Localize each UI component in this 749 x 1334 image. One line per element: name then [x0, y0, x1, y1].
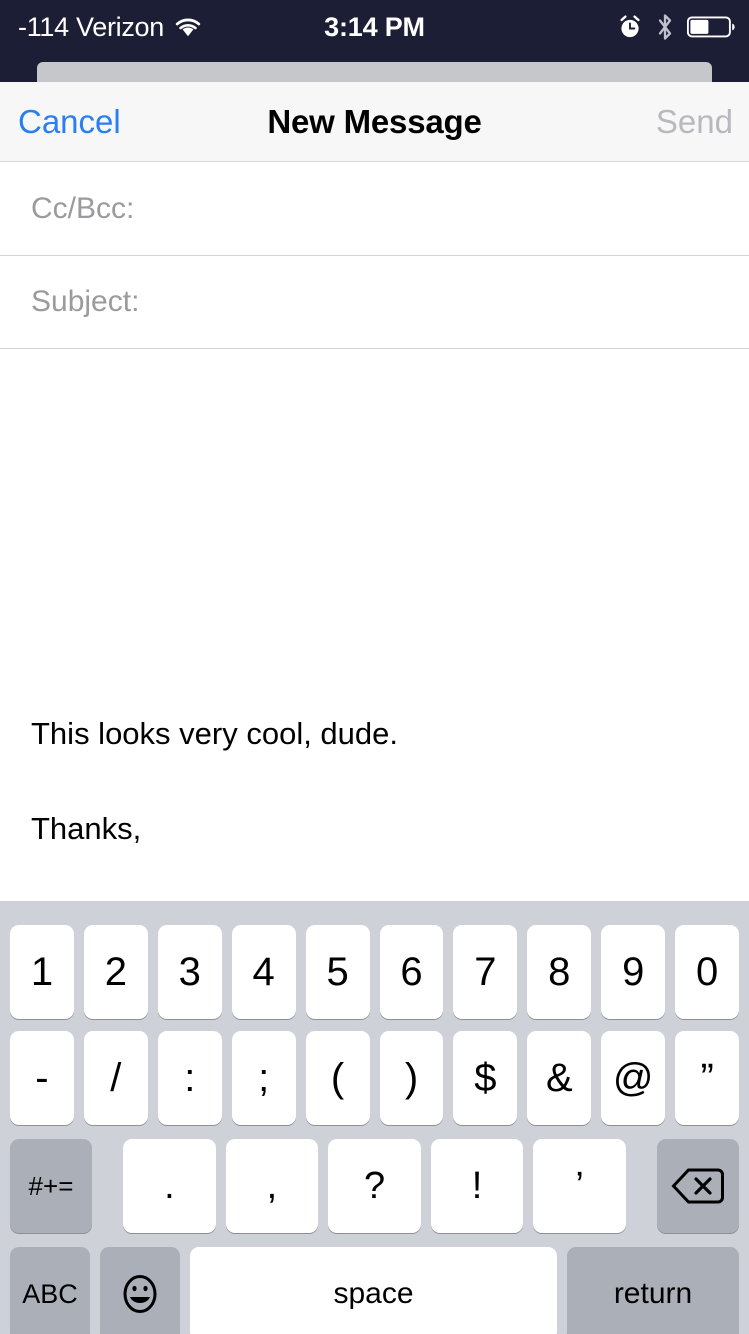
key-space[interactable]: space — [190, 1247, 557, 1334]
keyboard-row-symbols: - / : ; ( ) $ & @ ” — [0, 1031, 749, 1125]
key-dollar[interactable]: $ — [453, 1031, 518, 1125]
key-comma[interactable]: , — [225, 1139, 319, 1233]
key-return[interactable]: return — [567, 1247, 739, 1334]
key-symbols-shift[interactable]: #+= — [10, 1139, 92, 1233]
key-close-paren[interactable]: ) — [379, 1031, 444, 1125]
body-text-line-1: This looks very cool, dude. — [31, 716, 399, 751]
keyboard-row-punctuation: #+= . , ? ! ’ — [0, 1139, 749, 1233]
key-hyphen[interactable]: - — [10, 1031, 74, 1125]
alarm-clock-icon — [617, 14, 643, 40]
key-5[interactable]: 5 — [305, 925, 370, 1019]
page-title: New Message — [267, 102, 482, 140]
cc-bcc-label: Cc/Bcc: — [31, 192, 135, 225]
keyboard-row-bottom: ABC space return — [0, 1247, 749, 1334]
keyboard-row-numbers: 1 2 3 4 5 6 7 8 9 0 — [0, 925, 749, 1019]
backspace-delete-icon[interactable] — [657, 1139, 740, 1233]
key-open-paren[interactable]: ( — [305, 1031, 370, 1125]
key-1[interactable]: 1 — [10, 925, 74, 1019]
key-3[interactable]: 3 — [157, 925, 222, 1019]
iphone-screen: -114 Verizon 3:14 PM Cancel New Message … — [0, 0, 749, 1334]
key-6[interactable]: 6 — [379, 925, 444, 1019]
sheet-top-edge — [37, 62, 712, 82]
status-bar-right — [617, 7, 737, 47]
subject-label: Subject: — [31, 285, 140, 318]
key-slash[interactable]: / — [83, 1031, 148, 1125]
key-2[interactable]: 2 — [83, 925, 148, 1019]
battery-icon — [687, 15, 737, 39]
row-spacer — [631, 1139, 652, 1233]
key-quote[interactable]: ” — [675, 1031, 740, 1125]
key-apostrophe[interactable]: ’ — [533, 1139, 626, 1233]
key-exclamation[interactable]: ! — [430, 1139, 524, 1233]
send-button[interactable]: Send — [656, 82, 733, 161]
key-9[interactable]: 9 — [601, 925, 666, 1019]
row-spacer — [97, 1139, 118, 1233]
key-abc-switch[interactable]: ABC — [10, 1247, 90, 1334]
cc-bcc-field[interactable]: Cc/Bcc: — [0, 163, 749, 256]
key-7[interactable]: 7 — [453, 925, 518, 1019]
status-bar: -114 Verizon 3:14 PM — [0, 0, 749, 82]
key-question[interactable]: ? — [328, 1139, 421, 1233]
key-ampersand[interactable]: & — [527, 1031, 592, 1125]
key-0[interactable]: 0 — [675, 925, 740, 1019]
key-4[interactable]: 4 — [231, 925, 296, 1019]
key-period[interactable]: . — [123, 1139, 216, 1233]
emoji-smiley-icon[interactable] — [100, 1247, 180, 1334]
bluetooth-icon — [656, 13, 674, 41]
key-at[interactable]: @ — [601, 1031, 666, 1125]
onscreen-keyboard: 1 2 3 4 5 6 7 8 9 0 - / : ; ( ) $ & @ ” … — [0, 901, 749, 1334]
key-8[interactable]: 8 — [527, 925, 592, 1019]
key-colon[interactable]: : — [157, 1031, 222, 1125]
key-semicolon[interactable]: ; — [231, 1031, 296, 1125]
body-text-line-2: Thanks, — [31, 811, 142, 846]
navigation-bar: Cancel New Message Send — [0, 82, 749, 162]
subject-field[interactable]: Subject: — [0, 256, 749, 349]
